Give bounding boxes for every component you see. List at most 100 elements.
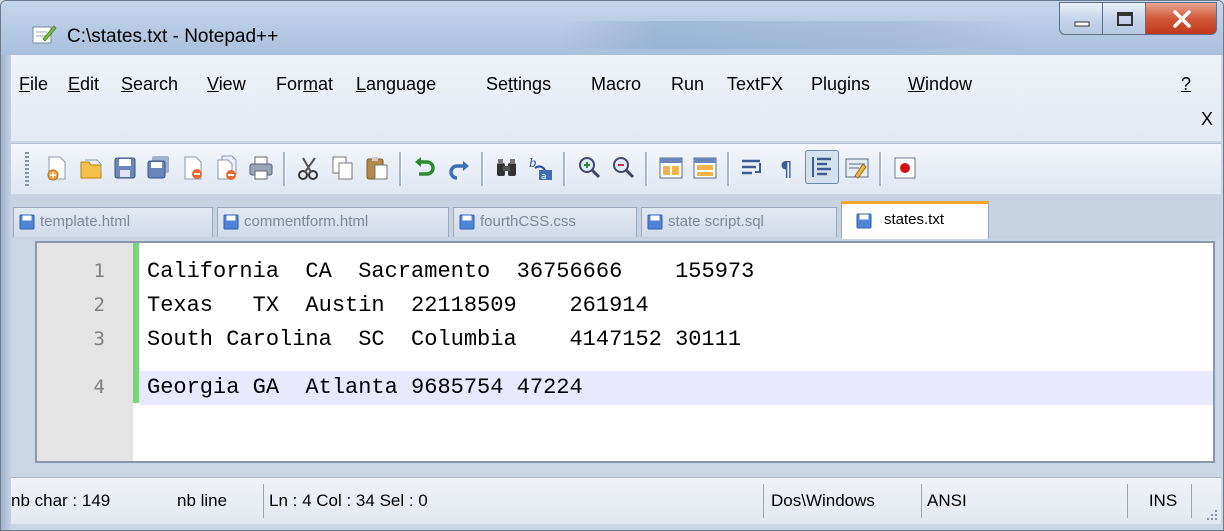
toolbar-separator [879, 152, 882, 186]
saved-file-icon [459, 214, 475, 230]
save-all-icon[interactable] [145, 154, 173, 182]
cut-icon[interactable] [295, 154, 323, 182]
word-wrap-icon[interactable] [739, 154, 767, 182]
record-macro-icon[interactable] [891, 154, 919, 182]
status-insert-mode: INS [1148, 491, 1178, 510]
sync-vertical-icon[interactable] [657, 154, 685, 182]
resize-grip-icon[interactable] [1203, 506, 1219, 522]
menu-help-mnemonic: ? [1181, 74, 1192, 94]
show-all-chars-icon[interactable]: ¶ [773, 154, 801, 182]
status-encoding: ANSI [927, 491, 967, 510]
status-separator [263, 484, 264, 518]
editor-line-current[interactable]: 4 Georgia GA Atlanta 9685754 47224 [37, 371, 1213, 405]
tab-state-script-sql[interactable]: state script.sql [641, 207, 837, 237]
menu-run[interactable]: Run [671, 74, 704, 95]
save-icon[interactable] [111, 154, 139, 182]
menu-format-label: at [318, 74, 334, 94]
menu-file-mnemonic: F [19, 74, 30, 94]
menu-search-mnemonic: S [121, 74, 134, 94]
menu-edit[interactable]: Edit [68, 74, 99, 95]
menu-macro[interactable]: Macro [591, 74, 641, 95]
redo-icon[interactable] [445, 154, 473, 182]
tab-template-html[interactable]: template.html [13, 207, 213, 237]
undo-icon[interactable] [411, 154, 439, 182]
tab-states-txt[interactable]: states.txt [841, 201, 989, 239]
svg-text:a: a [541, 172, 547, 182]
status-bar: nb char : 149 nb line Ln : 4 Col : 34 Se… [11, 477, 1221, 524]
line-text[interactable]: Georgia GA Atlanta 9685754 47224 [147, 375, 583, 400]
saved-file-icon [19, 214, 35, 230]
line-text[interactable]: South Carolina SC Columbia 4147152 30111 [147, 327, 741, 352]
menu-plugins[interactable]: Plugins [811, 74, 870, 95]
menu-search[interactable]: Search [121, 74, 178, 95]
open-file-icon[interactable] [77, 154, 105, 182]
new-file-icon[interactable] [43, 154, 71, 182]
status-separator [1127, 484, 1128, 518]
title-bar[interactable]: C:\states.txt - Notepad++ [1, 1, 1223, 55]
line-text[interactable]: Texas TX Austin 22118509 261914 [147, 293, 649, 318]
title-bar-background-blur [561, 21, 1031, 49]
copy-icon[interactable] [329, 154, 357, 182]
menu-language[interactable]: Language [356, 74, 436, 95]
tab-label: template.html [40, 213, 131, 230]
menu-textfx[interactable]: TextFX [727, 74, 783, 95]
menu-search-label: earch [133, 74, 179, 94]
menu-window[interactable]: Window [908, 74, 972, 95]
menu-settings-prefix: Se [486, 74, 509, 94]
line-number: 1 [93, 260, 105, 282]
find-icon[interactable] [493, 154, 521, 182]
toolbar-grip[interactable] [25, 152, 29, 188]
tab-label: states.txt [884, 211, 945, 228]
toolbar-separator [645, 152, 648, 186]
menu-view[interactable]: View [207, 74, 246, 95]
close-file-icon[interactable] [179, 154, 207, 182]
toolbar-separator [399, 152, 402, 186]
menu-format-prefix: For [276, 74, 303, 94]
menu-help[interactable]: ? [1181, 74, 1191, 95]
line-text[interactable]: California CA Sacramento 36756666 155973 [147, 259, 754, 284]
menu-settings[interactable]: Settings [486, 74, 551, 95]
status-cursor-position: Ln : 4 Col : 34 Sel : 0 [269, 491, 428, 510]
status-separator [763, 484, 764, 518]
zoom-in-icon[interactable] [575, 154, 603, 182]
status-separator [1191, 484, 1192, 518]
maximize-button[interactable] [1102, 2, 1146, 35]
sync-horizontal-icon[interactable] [691, 154, 719, 182]
minimize-icon [1074, 21, 1090, 27]
menu-format[interactable]: Format [276, 74, 333, 95]
editor-area[interactable]: 1 California CA Sacramento 36756666 1559… [35, 241, 1215, 463]
saved-file-icon [223, 214, 239, 230]
notepadpp-window: C:\states.txt - Notepad++ File Edit Sear… [0, 0, 1224, 531]
window-title: C:\states.txt - Notepad++ [67, 26, 279, 47]
toolbar-separator [727, 152, 730, 186]
menu-language-label: anguage [366, 74, 437, 94]
paste-icon[interactable] [363, 154, 391, 182]
menu-window-mnemonic: W [908, 74, 925, 94]
menu-format-mnemonic: m [303, 74, 318, 94]
status-line-count: nb line [177, 491, 228, 510]
menu-settings-label: tings [513, 74, 552, 94]
editor-line[interactable]: 2 Texas TX Austin 22118509 261914 [37, 289, 1213, 323]
tab-fourthcss-css[interactable]: fourthCSS.css [453, 207, 637, 237]
print-icon[interactable] [247, 154, 275, 182]
toolbar: ba ¶ [11, 143, 1221, 194]
line-number: 2 [93, 294, 105, 316]
close-all-icon[interactable] [213, 154, 241, 182]
editor-line[interactable]: 3 South Carolina SC Columbia 4147152 301… [37, 323, 1213, 357]
minimize-button[interactable] [1059, 2, 1103, 35]
user-define-icon[interactable] [843, 154, 871, 182]
line-number: 3 [93, 328, 105, 350]
menu-file[interactable]: File [19, 74, 48, 95]
close-window-button[interactable] [1145, 2, 1217, 35]
status-eol-format: Dos\Windows [771, 491, 875, 510]
toolbar-separator [481, 152, 484, 186]
tab-commentform-html[interactable]: commentform.html [217, 207, 449, 237]
zoom-out-icon[interactable] [609, 154, 637, 182]
indent-guide-icon[interactable] [805, 150, 839, 184]
empty-margin [133, 403, 139, 461]
close-icon [1173, 10, 1191, 28]
editor-line[interactable]: 1 California CA Sacramento 36756666 1559… [37, 255, 1213, 289]
close-document-button[interactable]: X [1201, 109, 1213, 130]
menu-language-mnemonic: L [356, 74, 367, 94]
replace-icon[interactable]: ba [527, 154, 555, 182]
